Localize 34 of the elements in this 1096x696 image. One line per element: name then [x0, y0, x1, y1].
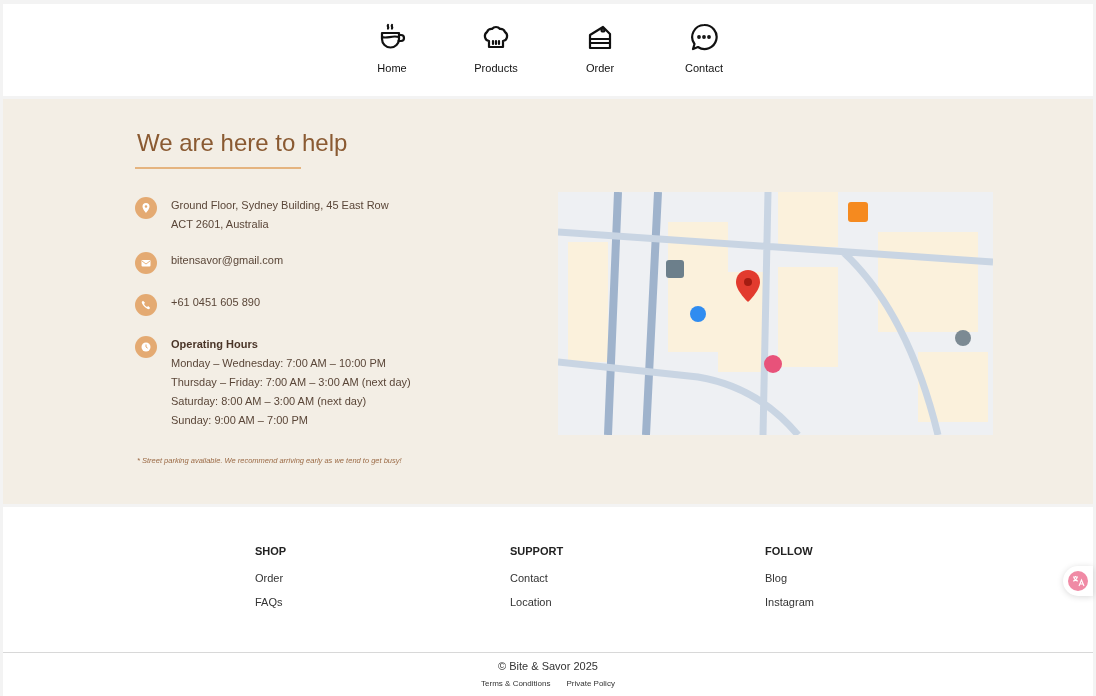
- footer-heading: SHOP: [255, 545, 288, 557]
- contact-text: Ground Floor, Sydney Building, 45 East Row: [171, 198, 389, 213]
- chat-bubble-icon: [689, 22, 719, 52]
- nav-link[interactable]: Contact: [676, 22, 732, 74]
- translate-icon: [1068, 571, 1088, 591]
- nav-link[interactable]: Home: [364, 22, 420, 74]
- hours-heading: Operating Hours: [171, 337, 259, 352]
- footer-link[interactable]: Blog: [765, 572, 1020, 584]
- nav-link[interactable]: Products: [468, 22, 524, 74]
- footer-link[interactable]: Contact: [510, 572, 765, 584]
- contact-text: Saturday: 8:00 AM – 3:00 AM (next day): [171, 394, 368, 409]
- translate-button[interactable]: [1063, 566, 1093, 596]
- contact-text: +61 0451 605 890: [171, 295, 260, 310]
- footer-heading: SUPPORT: [510, 545, 565, 557]
- section-title: We are here to help: [136, 129, 348, 157]
- contact-text: Monday – Wednesday: 7:00 AM – 10:00 PM: [171, 356, 388, 371]
- clock-icon: [135, 336, 157, 358]
- contact-text: Sunday: 9:00 AM – 7:00 PM: [171, 413, 309, 428]
- mail-icon: [135, 252, 157, 274]
- footer-link[interactable]: Order: [255, 572, 510, 584]
- phone-icon: [135, 294, 157, 316]
- legal-link[interactable]: Terms & Conditions: [481, 679, 551, 688]
- location-pin-icon: [135, 197, 157, 219]
- contact-text: Thursday – Friday: 7:00 AM – 3:00 AM (next day): [171, 375, 411, 390]
- footer-link[interactable]: Location: [510, 596, 765, 608]
- contact-text: bitensavor@gmail.com: [171, 253, 284, 268]
- copyright-text: © Bite & Savor 2025: [498, 660, 598, 672]
- footer-link[interactable]: Instagram: [765, 596, 1020, 608]
- footer-heading: FOLLOW: [765, 545, 814, 557]
- footer-link[interactable]: FAQs: [255, 596, 510, 608]
- legal-link[interactable]: Private Policy: [566, 679, 615, 688]
- nav-link[interactable]: Order: [572, 22, 628, 74]
- map-drawing[interactable]: [558, 192, 993, 435]
- contact-text: ACT 2601, Australia: [171, 217, 270, 232]
